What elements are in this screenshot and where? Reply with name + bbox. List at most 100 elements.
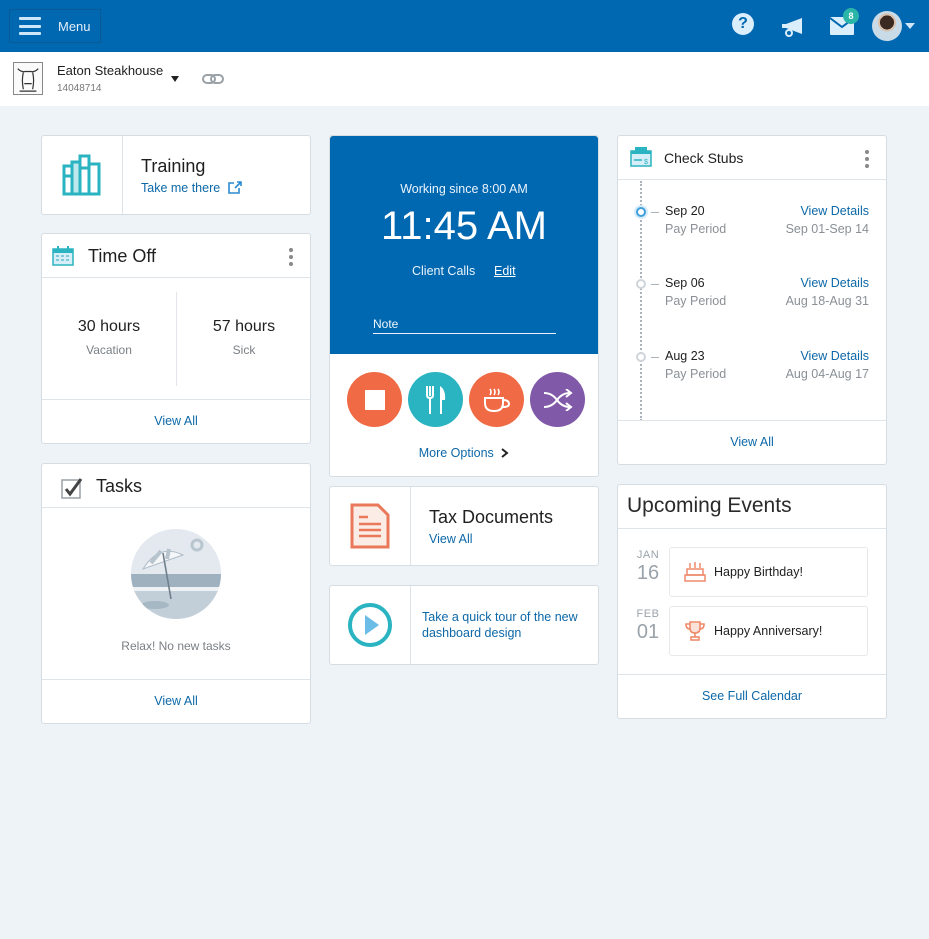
transfer-button[interactable] <box>530 372 585 427</box>
tour-card: Take a quick tour of the new dashboard d… <box>329 585 599 665</box>
timeline-dot <box>636 352 646 362</box>
view-details-link[interactable]: View Details <box>800 276 869 290</box>
vacation-balance: 30 hours Vacation <box>42 318 176 357</box>
check-stubs-card: $ Check Stubs Sep 20 Pay Period View Det… <box>617 135 887 465</box>
event-day: 01 <box>636 621 660 643</box>
check-stubs-view-all-link[interactable]: View All <box>730 435 774 449</box>
menu-button[interactable]: Menu <box>9 9 101 43</box>
chevron-right-icon <box>501 448 509 458</box>
event-title: Happy Anniversary! <box>714 624 823 638</box>
training-title: Training <box>141 156 206 176</box>
trophy-icon <box>685 621 705 641</box>
tasks-title: Tasks <box>96 476 143 496</box>
more-options-link[interactable]: More Options <box>419 446 494 460</box>
time-clock-card: Working since 8:00 AM 11:45 AM Client Ca… <box>329 135 599 477</box>
tour-icon-cell <box>330 586 411 664</box>
stub-label: Pay Period <box>665 367 727 381</box>
more-vertical-icon[interactable] <box>289 248 293 266</box>
vacation-hours: 30 hours <box>77 318 141 335</box>
time-off-view-all-link[interactable]: View All <box>154 414 198 428</box>
stub-range: Aug 18-Aug 31 <box>785 294 869 308</box>
punch-actions <box>347 372 585 427</box>
sick-label: Sick <box>232 343 256 357</box>
meal-break-button[interactable] <box>408 372 463 427</box>
company-bar: Eaton Steakhouse 14048714 <box>0 52 929 106</box>
stub-date: Aug 23 <box>665 349 705 363</box>
current-time: 11:45 AM <box>380 204 548 248</box>
tasks-card: Tasks Relax! No new tasks View All <box>41 463 311 724</box>
training-link-label[interactable]: Take me there <box>141 181 220 195</box>
calendar-icon <box>52 246 74 266</box>
event-month: JAN <box>636 549 660 561</box>
check-stub-item: Sep 06 Pay Period View Details Aug 18-Au… <box>618 276 886 316</box>
more-options[interactable]: More Options <box>330 446 598 460</box>
event-item[interactable]: Happy Birthday! <box>669 547 868 597</box>
coffee-break-button[interactable] <box>469 372 524 427</box>
time-clock-panel: Working since 8:00 AM 11:45 AM Client Ca… <box>330 136 598 354</box>
more-vertical-icon[interactable] <box>865 150 869 168</box>
tasks-header: Tasks <box>42 464 310 508</box>
stub-date: Sep 20 <box>665 204 705 218</box>
stub-label: Pay Period <box>665 222 727 236</box>
external-link-icon <box>227 181 242 194</box>
stub-range: Aug 04-Aug 17 <box>785 367 869 381</box>
check-stub-icon: $ <box>630 147 652 167</box>
stop-icon <box>364 389 385 410</box>
working-since: Working since 8:00 AM <box>400 182 528 196</box>
note-input[interactable] <box>373 314 556 334</box>
megaphone-icon[interactable] <box>780 16 806 38</box>
current-task: Client Calls <box>412 264 476 278</box>
tasks-empty-message: Relax! No new tasks <box>121 639 231 653</box>
link-icon[interactable] <box>202 72 224 86</box>
shuffle-icon <box>543 388 573 411</box>
upcoming-events-card: Upcoming Events JAN 16 Happy Birthday! F… <box>617 484 887 719</box>
timeline-dot <box>636 279 646 289</box>
avatar[interactable] <box>872 11 902 41</box>
stop-button[interactable] <box>347 372 402 427</box>
tax-documents-card: Tax Documents View All <box>329 486 599 566</box>
event-date: JAN 16 <box>630 549 666 585</box>
help-icon[interactable]: ? <box>732 13 754 35</box>
event-day: 16 <box>636 562 660 584</box>
check-stubs-title: Check Stubs <box>664 150 744 166</box>
event-title: Happy Birthday! <box>714 565 803 579</box>
tasks-view-all-link[interactable]: View All <box>154 694 198 708</box>
see-full-calendar-link[interactable]: See Full Calendar <box>702 689 802 703</box>
fork-knife-icon <box>425 385 445 414</box>
company-logo <box>13 62 43 95</box>
time-off-title: Time Off <box>88 246 157 266</box>
books-icon <box>62 154 101 196</box>
training-link[interactable]: Take me there <box>141 181 242 195</box>
company-dropdown-caret-icon[interactable] <box>171 76 179 82</box>
view-details-link[interactable]: View Details <box>800 349 869 363</box>
document-icon <box>350 503 390 549</box>
menu-label: Menu <box>58 18 91 34</box>
upcoming-events-footer: See Full Calendar <box>618 674 886 718</box>
time-off-card: Time Off 30 hours Vacation 57 hours Sick… <box>41 233 311 444</box>
event-item[interactable]: Happy Anniversary! <box>669 606 868 656</box>
training-card: Training Take me there <box>41 135 311 215</box>
tax-documents-view-all-link[interactable]: View All <box>429 532 473 546</box>
timeline-dot-active <box>636 207 646 217</box>
check-stub-item: Sep 20 Pay Period View Details Sep 01-Se… <box>618 204 886 244</box>
timeline-dash <box>651 212 659 213</box>
cake-icon <box>684 562 706 582</box>
caret-down-icon[interactable] <box>905 23 915 29</box>
check-stubs-footer: View All <box>618 420 886 464</box>
time-off-header: Time Off <box>42 234 310 278</box>
event-month: FEB <box>636 608 660 620</box>
sick-balance: 57 hours Sick <box>177 318 311 357</box>
company-name: Eaton Steakhouse <box>57 63 164 78</box>
edit-task-link[interactable]: Edit <box>494 264 516 278</box>
company-id: 14048714 <box>57 83 102 94</box>
stub-range: Sep 01-Sep 14 <box>785 222 869 236</box>
sick-hours: 57 hours <box>212 318 276 335</box>
checkbox-checked-icon <box>61 478 83 499</box>
play-icon[interactable] <box>347 602 393 648</box>
tour-link[interactable]: Take a quick tour of the new dashboard d… <box>422 609 592 641</box>
event-date: FEB 01 <box>630 608 666 644</box>
view-details-link[interactable]: View Details <box>800 204 869 218</box>
tax-documents-title: Tax Documents <box>429 507 554 527</box>
upcoming-events-header: Upcoming Events <box>618 485 886 529</box>
stub-label: Pay Period <box>665 294 727 308</box>
